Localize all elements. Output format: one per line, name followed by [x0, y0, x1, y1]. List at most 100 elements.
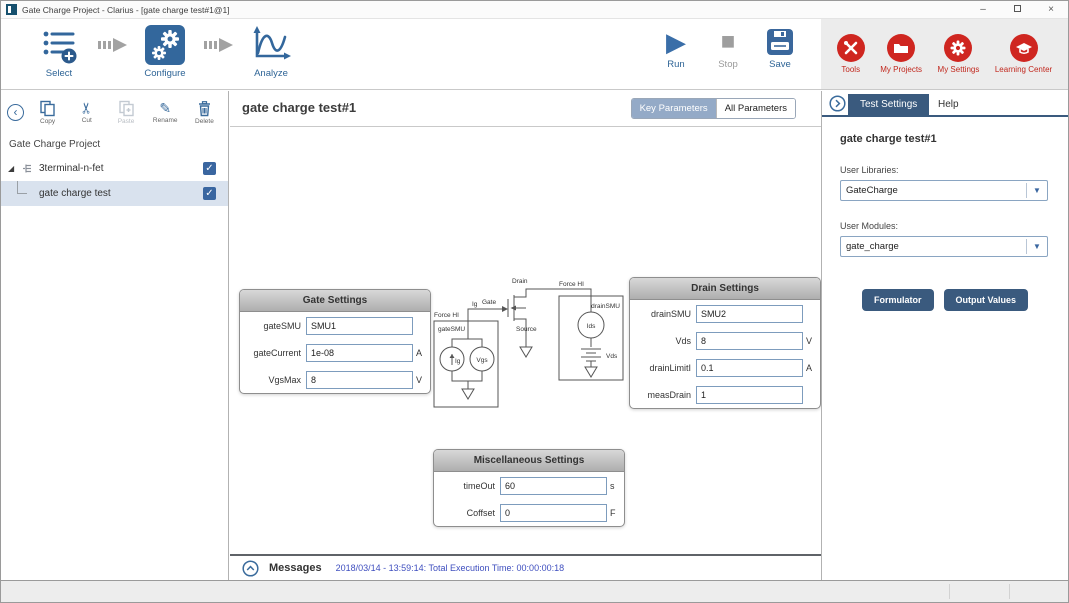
drainlimiti-input[interactable] [696, 359, 803, 377]
circuit-force-hi-gate-label: Force HI [434, 312, 459, 319]
measdrain-input[interactable] [696, 386, 803, 404]
circuit-drain-label: Drain [512, 278, 528, 285]
param-row: gateSMU [240, 312, 430, 339]
pencil-icon: ✎ [159, 100, 171, 116]
select-label: Select [46, 68, 72, 79]
paste-button[interactable]: Paste [106, 100, 145, 125]
flow-arrow-icon [97, 38, 127, 52]
param-unit: A [803, 363, 814, 373]
copy-label: Copy [40, 118, 55, 125]
run-button[interactable]: ▶ Run [650, 27, 702, 70]
param-unit: F [607, 508, 618, 518]
run-icon: ▶ [666, 27, 686, 57]
learning-center-button[interactable]: Learning Center [995, 34, 1052, 74]
user-modules-dropdown[interactable]: gate_charge ▼ [840, 236, 1048, 257]
project-tree-sidebar: ‹ Copy ✂ Cut [1, 91, 229, 580]
close-button[interactable]: × [1034, 1, 1068, 19]
drainsmu-input[interactable] [696, 305, 803, 323]
tree-expand-icon[interactable]: ◢ [8, 164, 14, 173]
analyze-button[interactable]: Analyze [235, 25, 307, 79]
tab-help[interactable]: Help [926, 94, 971, 115]
test-canvas: Drain Gate Source Force HI Force HI gate… [230, 127, 821, 554]
app-icon [6, 4, 17, 15]
param-label: measDrain [636, 390, 696, 400]
test-settings-panel: Test Settings Help gate charge test#1 Us… [821, 91, 1068, 580]
chevron-down-icon: ▼ [1027, 242, 1047, 251]
all-parameters-tab[interactable]: All Parameters [716, 99, 795, 118]
copy-button[interactable]: Copy [28, 100, 67, 125]
user-modules-value: gate_charge [841, 241, 1026, 252]
param-label: gateCurrent [246, 348, 306, 358]
folder-icon [887, 34, 915, 62]
user-libraries-dropdown[interactable]: GateCharge ▼ [840, 180, 1048, 201]
workflow-group: Select [23, 25, 307, 79]
analyze-chart-icon [250, 25, 292, 65]
clarius-window: Gate Charge Project - Clarius - [gate ch… [0, 0, 1069, 603]
select-button[interactable]: Select [23, 25, 95, 79]
coffset-input[interactable] [500, 504, 607, 522]
collapse-sidebar-button[interactable]: ‹ [7, 104, 24, 121]
configure-workspace: gate charge test#1 Key Parameters All Pa… [230, 91, 821, 580]
tab-test-settings[interactable]: Test Settings [848, 94, 929, 115]
trash-icon [196, 100, 213, 117]
gatesmu-input[interactable] [306, 317, 413, 335]
param-row: Vds V [630, 327, 820, 354]
tree-item-checkbox[interactable]: ✓ [203, 187, 216, 200]
tree-item-device[interactable]: ◢ 3terminal-n-fet ✓ [1, 156, 228, 181]
project-name: Gate Charge Project [1, 131, 228, 156]
collapse-panel-button[interactable] [829, 95, 846, 112]
save-floppy-icon [766, 27, 794, 57]
stop-label: Stop [718, 59, 738, 70]
my-settings-button[interactable]: My Settings [938, 34, 980, 74]
param-row: gateCurrent A [240, 339, 430, 366]
gate-settings-panel: Gate Settings gateSMU gateCurrent A VgsM… [239, 289, 431, 394]
circuit-gatesmu-label: gateSMU [438, 326, 465, 333]
global-tools-zone: Tools My Projects [821, 19, 1068, 89]
save-label: Save [769, 59, 791, 70]
status-divider [1009, 584, 1010, 599]
param-label: timeOut [440, 481, 500, 491]
messages-log-text: 2018/03/14 - 13:59:14: Total Execution T… [336, 563, 565, 573]
stop-icon: ■ [721, 27, 736, 57]
test-title: gate charge test#1 [242, 100, 356, 115]
copy-icon [39, 100, 56, 117]
formulator-button[interactable]: Formulator [862, 289, 934, 311]
minimize-button[interactable]: – [966, 1, 1000, 19]
save-button[interactable]: Save [754, 27, 806, 70]
timeout-input[interactable] [500, 477, 607, 495]
my-projects-button[interactable]: My Projects [880, 34, 922, 74]
rename-button[interactable]: ✎ Rename [146, 100, 185, 124]
maximize-icon [1014, 5, 1021, 12]
configure-button[interactable]: Configure [129, 25, 201, 79]
stop-button[interactable]: ■ Stop [702, 27, 754, 70]
vgsmax-input[interactable] [306, 371, 413, 389]
paste-icon [118, 100, 135, 117]
delete-label: Delete [195, 118, 214, 125]
status-bar [1, 580, 1068, 602]
circuit-vds-label: Vds [606, 353, 618, 360]
maximize-button[interactable] [1000, 1, 1034, 19]
tree-connector [17, 181, 27, 194]
tools-button[interactable]: Tools [837, 34, 865, 74]
sidebar-toolbar: ‹ Copy ✂ Cut [1, 91, 228, 131]
tools-label: Tools [841, 65, 860, 74]
configure-label: Configure [144, 68, 185, 79]
tree-item-checkbox[interactable]: ✓ [203, 162, 216, 175]
output-values-button[interactable]: Output Values [944, 289, 1029, 311]
cut-button[interactable]: ✂ Cut [67, 100, 106, 124]
param-label: drainLimitI [636, 363, 696, 373]
drain-settings-panel: Drain Settings drainSMU Vds V drainLimit… [629, 277, 821, 409]
key-parameters-tab[interactable]: Key Parameters [632, 99, 716, 118]
select-list-icon [39, 25, 79, 65]
circuit-force-hi-drain-label: Force HI [559, 281, 584, 288]
collapse-messages-button[interactable] [242, 560, 259, 577]
tree-item-test[interactable]: gate charge test ✓ [1, 181, 228, 206]
param-unit: V [803, 336, 814, 346]
vds-input[interactable] [696, 332, 803, 350]
test-header: gate charge test#1 Key Parameters All Pa… [230, 91, 821, 127]
gatecurrent-input[interactable] [306, 344, 413, 362]
tools-wrench-icon [837, 34, 865, 62]
circuit-gate-label: Gate [482, 299, 496, 306]
delete-button[interactable]: Delete [185, 100, 224, 125]
chevron-down-icon: ▼ [1027, 186, 1047, 195]
